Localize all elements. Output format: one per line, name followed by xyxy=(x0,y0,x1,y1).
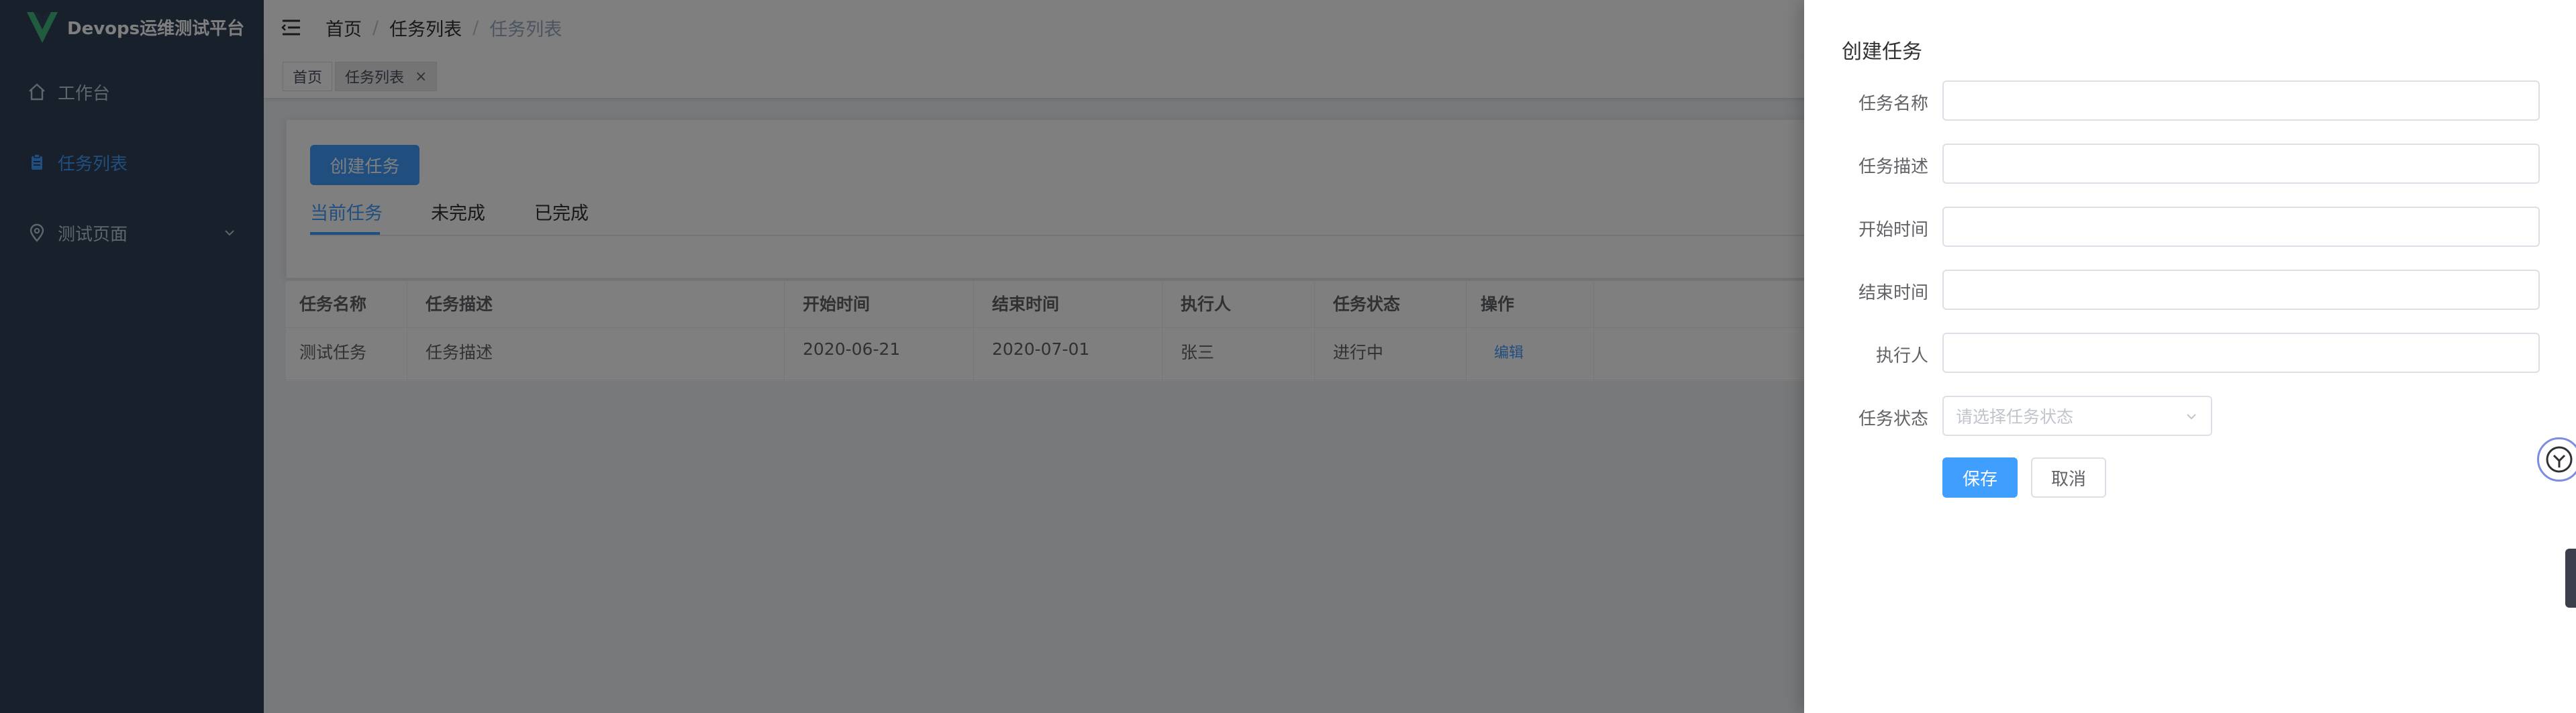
save-button[interactable]: 保存 xyxy=(1942,457,2018,498)
task-status-select[interactable]: 请选择任务状态 xyxy=(1942,396,2212,436)
field-label-task-status: 任务状态 xyxy=(1858,409,1928,429)
task-name-input[interactable] xyxy=(1942,80,2540,121)
executor-input[interactable] xyxy=(1942,333,2540,373)
field-label-end-time: 结束时间 xyxy=(1858,283,1928,303)
select-placeholder: 请选择任务状态 xyxy=(1956,407,2074,427)
field-label-executor: 执行人 xyxy=(1875,346,1928,366)
create-task-drawer: 创建任务 任务名称 任务描述 开始时间 结束时间 执行人 任务状态 请选择任务状… xyxy=(1804,0,2576,713)
cancel-button[interactable]: 取消 xyxy=(2031,457,2106,498)
drawer-title: 创建任务 xyxy=(1842,40,1922,64)
start-time-input[interactable] xyxy=(1942,207,2540,247)
chevron-down-icon xyxy=(2187,414,2196,420)
end-time-input[interactable] xyxy=(1942,270,2540,310)
field-label-task-desc: 任务描述 xyxy=(1858,157,1928,177)
field-label-start-time: 开始时间 xyxy=(1858,220,1928,240)
field-label-task-name: 任务名称 xyxy=(1858,94,1928,114)
assistant-glyph-icon xyxy=(2546,446,2573,473)
task-desc-input[interactable] xyxy=(1942,144,2540,184)
side-panel-handle[interactable] xyxy=(2565,549,2576,608)
assistant-widget-icon[interactable] xyxy=(2537,437,2576,482)
